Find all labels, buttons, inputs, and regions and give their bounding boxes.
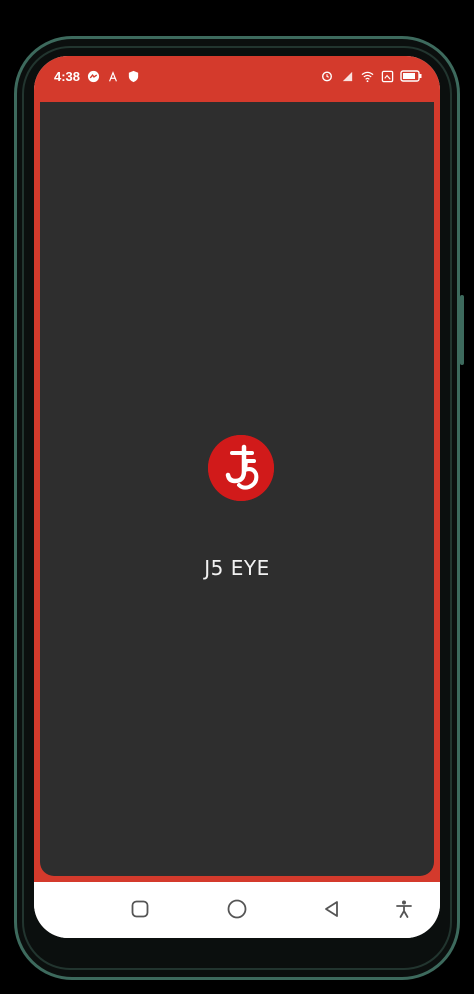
recent-apps-icon bbox=[131, 900, 149, 918]
shield-icon bbox=[126, 70, 140, 84]
back-button[interactable] bbox=[319, 896, 345, 922]
navigation-bar bbox=[34, 882, 440, 938]
alarm-icon bbox=[320, 69, 334, 83]
js5-logo-icon bbox=[208, 435, 274, 501]
status-left: 4:38 bbox=[54, 69, 140, 84]
battery-icon bbox=[400, 69, 422, 83]
side-button bbox=[460, 295, 464, 365]
accessibility-icon bbox=[396, 900, 412, 918]
screen: 4:38 J5 EYE bbox=[34, 56, 440, 938]
messenger-icon bbox=[86, 70, 100, 84]
home-button[interactable] bbox=[224, 896, 250, 922]
splash-screen: J5 EYE bbox=[40, 102, 434, 876]
app-logo bbox=[208, 435, 274, 501]
home-icon bbox=[227, 899, 247, 919]
screenshot-icon bbox=[380, 69, 394, 83]
recent-apps-button[interactable] bbox=[127, 896, 153, 922]
app-frame: J5 EYE bbox=[34, 102, 440, 882]
back-icon bbox=[325, 901, 338, 917]
wifi-icon bbox=[360, 69, 374, 83]
notification-a-icon bbox=[106, 70, 120, 84]
app-title: J5 EYE bbox=[204, 556, 270, 580]
status-time: 4:38 bbox=[54, 69, 81, 84]
signal-icon bbox=[340, 69, 354, 83]
status-right bbox=[320, 69, 422, 83]
accessibility-button[interactable] bbox=[391, 896, 417, 922]
status-bar: 4:38 bbox=[34, 56, 440, 102]
